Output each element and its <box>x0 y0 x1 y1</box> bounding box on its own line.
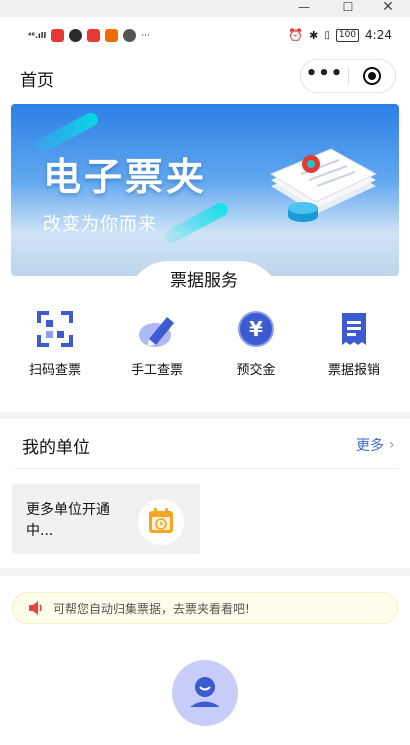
yen-icon: ¥ <box>236 309 276 349</box>
unit-placeholder-card[interactable]: 更多单位开通中... <box>12 484 200 554</box>
service-scan[interactable]: 扫码查票 <box>5 309 105 378</box>
banner-title: 电子票夹 <box>43 155 208 199</box>
pen-icon <box>137 309 177 349</box>
capsule-divider <box>348 68 349 84</box>
calendar-clock-icon <box>149 508 173 533</box>
status-bar: ⁴⁶.ıll ··· ⏰ ✱ ▯ 100 4:24 <box>0 17 410 57</box>
notification-app-icon <box>105 29 119 42</box>
calendar-icon-badge <box>138 499 184 545</box>
promo-banner[interactable]: 电子票夹 改变为你而来 <box>11 104 399 276</box>
service-card: 电子票夹 改变为你而来 票据服务 扫码查票 手工查票 ¥ 预交金 票据报销 <box>0 99 410 412</box>
service-label: 手工查票 <box>130 363 183 378</box>
status-right: ⏰ ✱ ▯ 100 4:24 <box>288 28 392 42</box>
units-card: 我的单位 更多 › 更多单位开通中... <box>0 419 410 568</box>
notification-app-icon <box>87 29 101 42</box>
service-label: 票据报销 <box>327 363 380 378</box>
service-manual[interactable]: 手工查票 <box>107 309 207 378</box>
speaker-icon <box>29 601 42 615</box>
user-icon <box>190 677 220 707</box>
services-row: 扫码查票 手工查票 ¥ 预交金 票据报销 <box>0 309 410 389</box>
capsule-menu: ••• <box>300 59 396 93</box>
notice-card: 可帮您自动归集票据，去票夹看看吧! <box>0 576 410 745</box>
bluetooth-icon: ✱ <box>309 28 319 42</box>
avatar[interactable] <box>172 660 238 726</box>
notification-app-icon <box>51 29 65 42</box>
services-header: 票据服务 <box>128 261 280 301</box>
banner-decoration <box>161 200 231 246</box>
banner-subtitle: 改变为你而来 <box>43 214 157 235</box>
vibrate-icon: ▯ <box>324 29 330 41</box>
signal-icon: ⁴⁶.ıll <box>28 31 47 40</box>
maximize-button[interactable]: ☐ <box>336 0 360 17</box>
nav-bar: 首页 ••• <box>0 57 410 99</box>
document-stack-illustration <box>269 148 378 222</box>
page-title: 首页 <box>20 71 54 91</box>
minimize-button[interactable]: — <box>292 0 316 17</box>
battery-icon: 100 <box>335 28 360 42</box>
notice-bar[interactable]: 可帮您自动归集票据，去票夹看看吧! <box>12 592 398 624</box>
scan-icon <box>35 309 75 349</box>
units-title: 我的单位 <box>22 438 90 458</box>
service-deposit[interactable]: ¥ 预交金 <box>206 309 306 378</box>
alarm-icon: ⏰ <box>288 28 304 42</box>
more-notifications-icon: ··· <box>141 30 150 41</box>
service-label: 预交金 <box>236 363 276 378</box>
close-miniprogram-button[interactable] <box>363 67 381 85</box>
units-more-link[interactable]: 更多 <box>356 435 384 455</box>
close-button[interactable]: ✕ <box>376 0 400 17</box>
receipt-icon <box>334 309 374 349</box>
unit-placeholder-text: 更多单位开通中... <box>26 502 110 539</box>
notification-app-icon <box>123 29 137 42</box>
svg-text:¥: ¥ <box>249 317 263 341</box>
notice-text: 可帮您自动归集票据，去票夹看看吧! <box>53 602 250 616</box>
services-title: 票据服务 <box>170 271 238 291</box>
window-titlebar: — ☐ ✕ <box>0 0 410 17</box>
divider <box>14 468 398 469</box>
status-time: 4:24 <box>365 28 392 42</box>
chevron-right-icon: › <box>389 437 395 453</box>
more-menu-button[interactable]: ••• <box>301 60 348 92</box>
status-left: ⁴⁶.ıll ··· <box>28 29 150 42</box>
notification-app-icon <box>69 29 83 42</box>
service-label: 扫码查票 <box>28 363 81 378</box>
service-reimburse[interactable]: 票据报销 <box>304 309 404 378</box>
